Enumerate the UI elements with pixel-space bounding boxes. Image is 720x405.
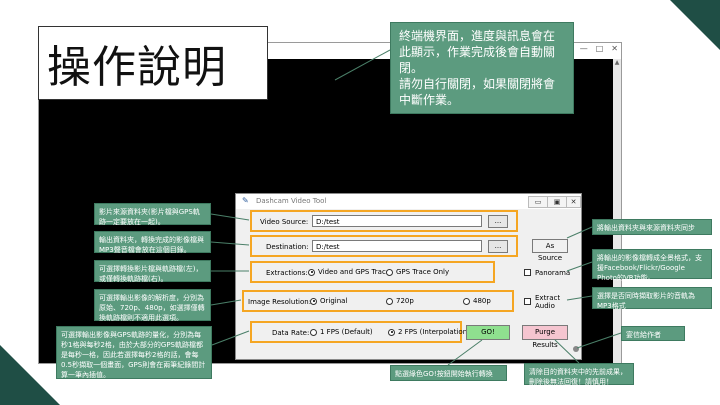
connector-extract-audio [566,295,593,301]
connector-destination [210,241,250,246]
connector-purge [554,339,580,364]
connector-terminal [334,49,391,81]
connector-data-rate [211,330,250,346]
connector-panorama [566,261,593,272]
connector-as-source [566,226,593,239]
callout-connectors [210,49,622,366]
connector-resolution [210,299,242,306]
connector-video-source [210,213,250,221]
connector-status [576,332,622,349]
connector-go [447,339,483,366]
slide: — □ ✕ ▲ 操作說明 終端機界面，進度與訊息會在此顯示，作業完成後會自動關閉… [0,0,720,405]
